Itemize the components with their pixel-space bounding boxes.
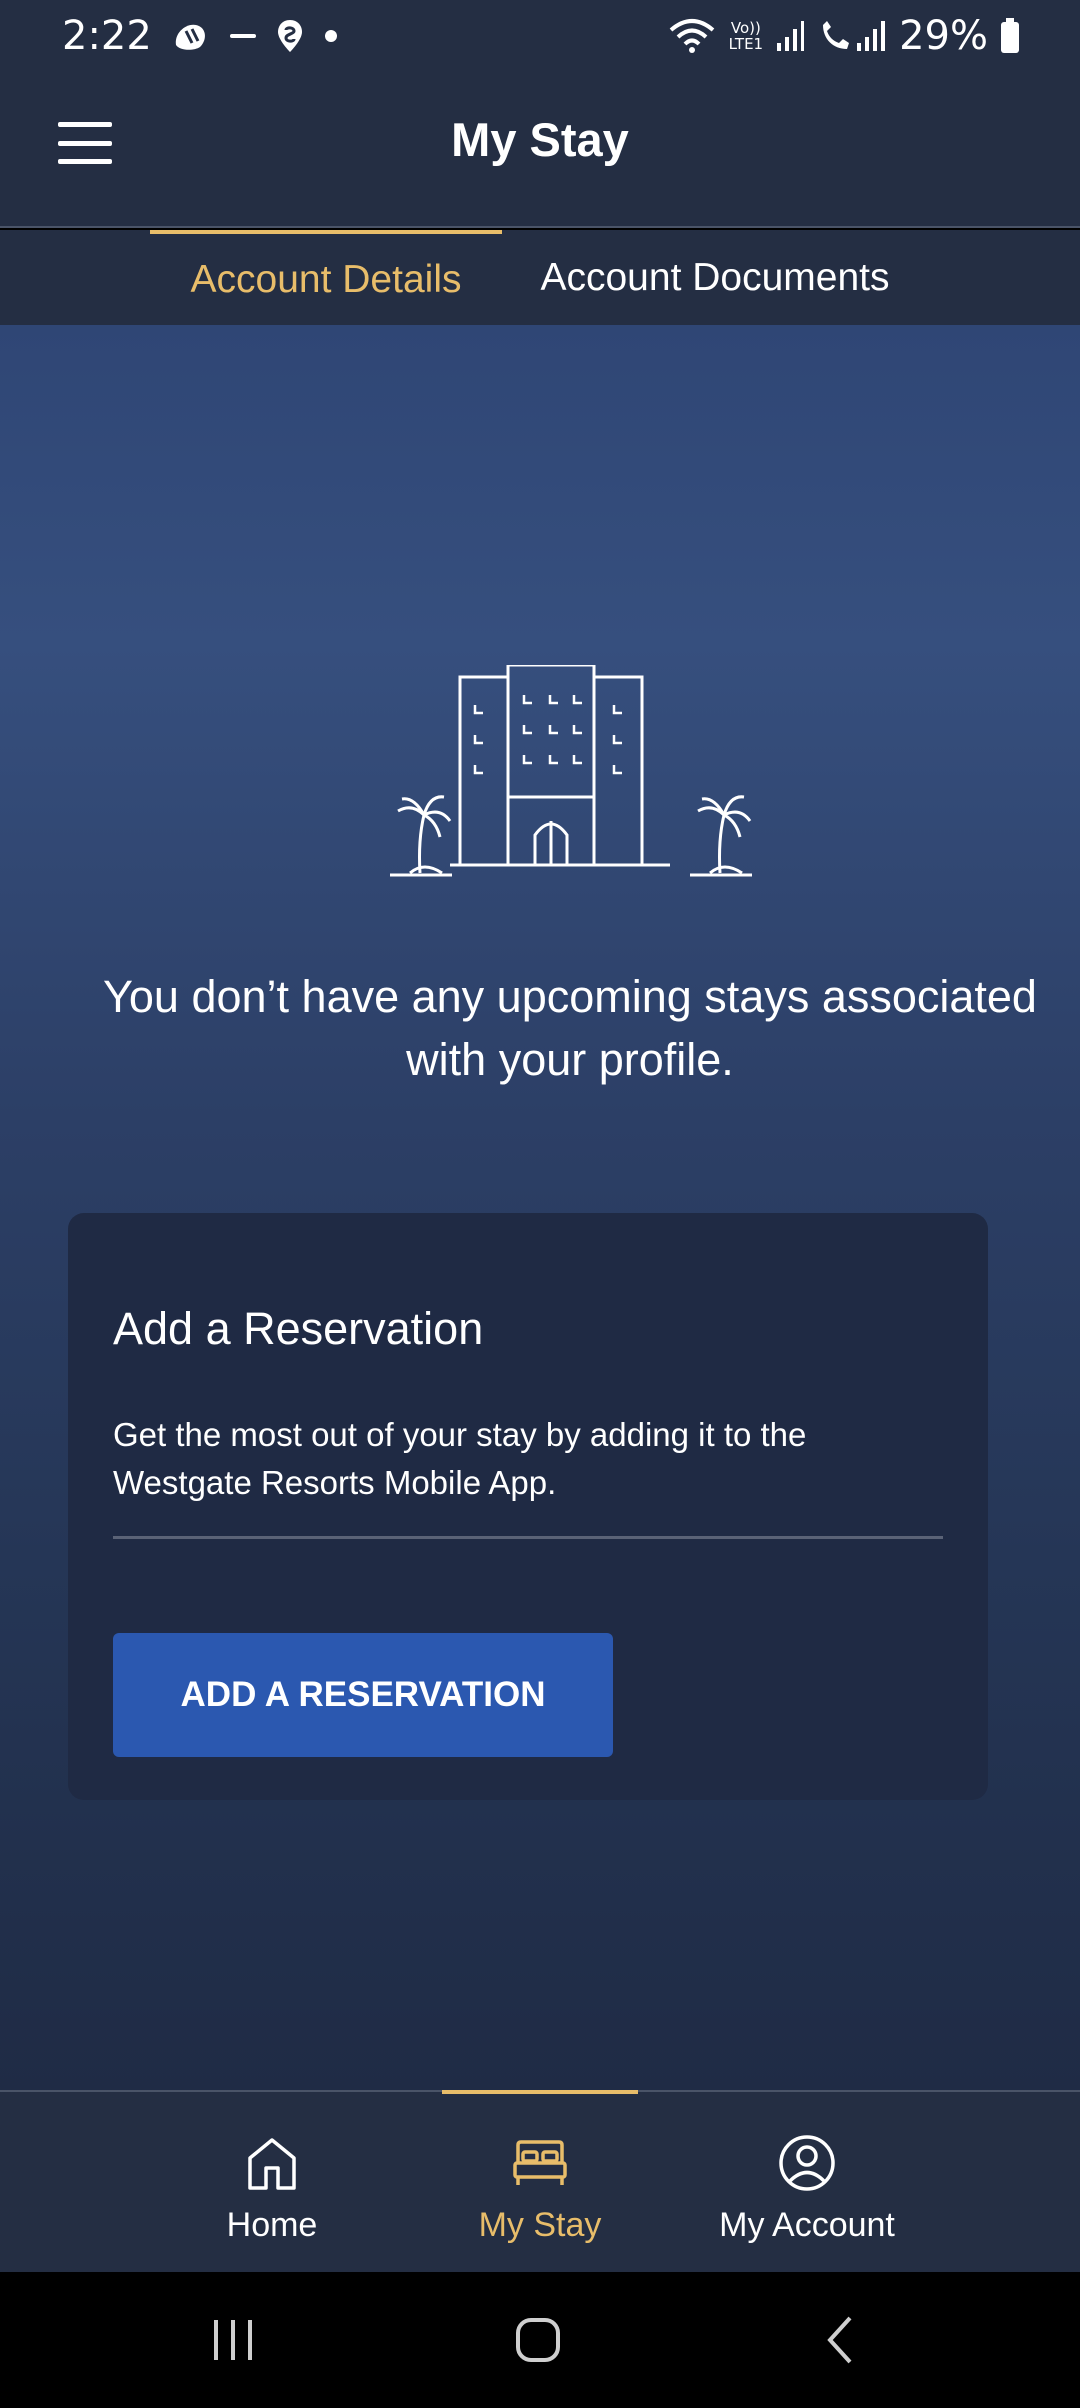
nav-home[interactable]: Home — [172, 2092, 372, 2272]
recent-apps-button[interactable] — [205, 2312, 261, 2368]
home-circle-icon — [516, 2318, 560, 2362]
recent-apps-icon — [214, 2320, 252, 2360]
add-reservation-card: Add a Reservation Get the most out of yo… — [68, 1213, 988, 1800]
app-header: My Stay — [0, 72, 1080, 228]
status-right: Vo)) LTE1 29% — [667, 13, 1020, 59]
notification-icons — [172, 18, 338, 54]
lte-label: LTE1 — [728, 35, 764, 53]
user-circle-icon — [778, 2130, 836, 2196]
hotel-building — [450, 665, 670, 867]
status-time: 2:22 — [62, 13, 152, 59]
home-icon — [246, 2130, 298, 2196]
rapido-icon — [229, 34, 256, 38]
home-button[interactable] — [508, 2312, 568, 2368]
card-description: Get the most out of your stay by adding … — [113, 1416, 807, 1501]
card-title: Add a Reservation — [113, 1303, 484, 1354]
back-button[interactable] — [820, 2312, 860, 2368]
palm-tree-left-icon — [390, 795, 452, 877]
battery-percent: 29% — [899, 13, 988, 59]
nav-my-stay-label: My Stay — [478, 2206, 602, 2244]
tab-account-details[interactable]: Account Details — [150, 230, 502, 325]
empty-state-message: You don’t have any upcoming stays associ… — [103, 971, 1037, 1085]
palm-tree-right-icon — [690, 795, 752, 877]
swiggy-icon — [277, 20, 302, 52]
dot-icon — [324, 30, 337, 42]
volte-label: Vo)) — [730, 19, 761, 37]
tab-account-documents[interactable]: Account Documents — [520, 230, 910, 325]
app-notification-icon — [175, 24, 205, 50]
tab-bar: Account Details Account Documents — [0, 230, 1080, 325]
wifi-icon — [669, 19, 714, 53]
add-reservation-button[interactable]: ADD A RESERVATION — [113, 1633, 613, 1757]
divider — [113, 1536, 943, 1539]
nav-my-stay[interactable]: My Stay — [440, 2092, 640, 2272]
nav-home-label: Home — [226, 2206, 318, 2244]
main-content: You don’t have any upcoming stays associ… — [0, 325, 1080, 2090]
screen: 2:22 Vo)) LTE1 29% My Stay Account Detai… — [0, 0, 1080, 2408]
nav-my-account[interactable]: My Account — [697, 2092, 917, 2272]
status-bar: 2:22 Vo)) LTE1 29% — [0, 0, 1080, 72]
resort-building-icon — [390, 665, 752, 877]
battery-icon — [1001, 18, 1019, 53]
bed-icon — [512, 2130, 568, 2196]
bottom-navigation: Home My Stay My Account — [0, 2090, 1080, 2272]
call-signal-icon — [823, 21, 886, 51]
back-chevron-icon — [827, 2316, 852, 2364]
system-navigation-bar — [0, 2272, 1080, 2408]
page-title: My Stay — [451, 113, 629, 166]
signal-icon — [777, 21, 805, 51]
volte-icon: Vo)) LTE1 — [729, 20, 763, 52]
nav-my-account-label: My Account — [719, 2206, 895, 2244]
